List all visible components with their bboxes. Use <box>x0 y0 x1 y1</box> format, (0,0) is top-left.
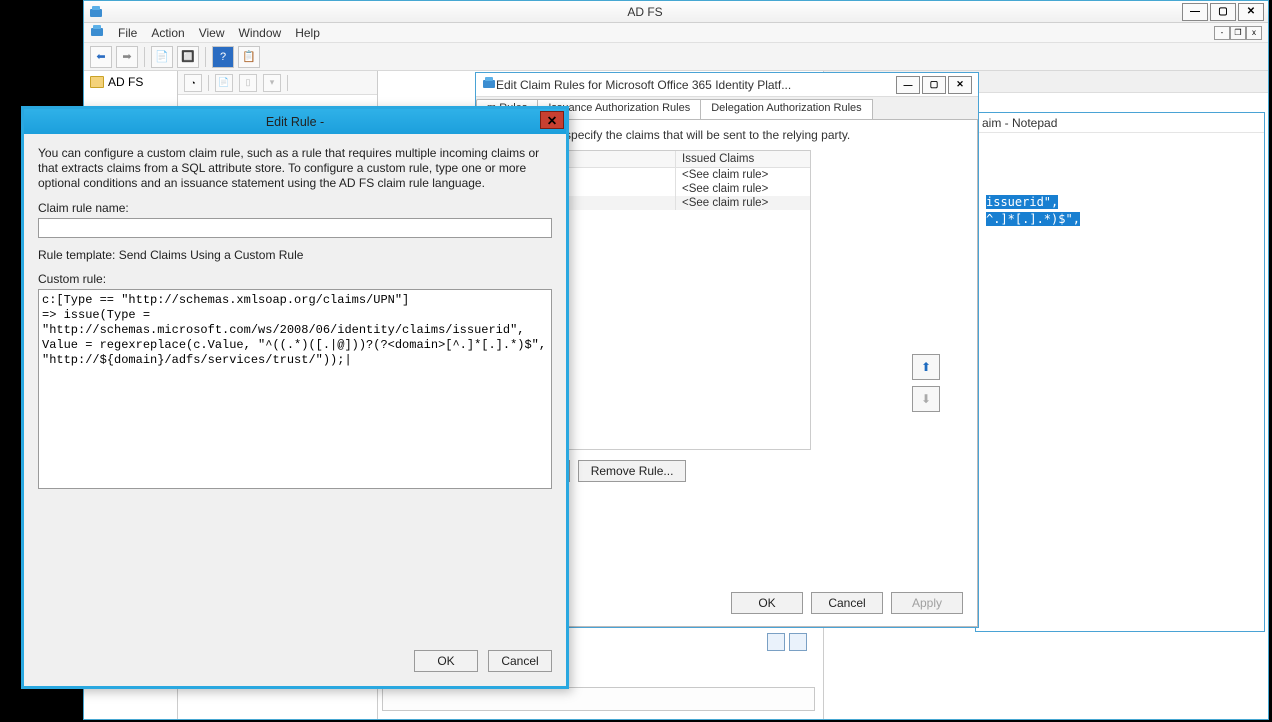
cancel-button[interactable]: Cancel <box>488 650 552 672</box>
adfs-menu-icon <box>90 24 104 41</box>
custom-rule-textarea[interactable] <box>38 289 552 489</box>
toolbar-btn-1[interactable]: 📄 <box>151 46 173 68</box>
adfs-toolbar: ⬅ ➡ 📄 🔲 ? 📋 <box>84 43 1268 71</box>
toolbar-separator <box>205 47 206 67</box>
notepad-title: aim - Notepad <box>976 113 1264 133</box>
help-toolbar-button[interactable]: ? <box>212 46 234 68</box>
claim-rule-name-input[interactable] <box>38 218 552 238</box>
menu-file[interactable]: File <box>118 26 137 40</box>
move-down-button[interactable]: ⬇ <box>912 386 940 412</box>
rule-order-arrows: ⬆ ⬇ <box>912 354 940 412</box>
mdi-buttons: - ❐ x <box>1214 26 1262 40</box>
edit-rule-desc: You can configure a custom claim rule, s… <box>38 146 552 191</box>
mdi-restore[interactable]: ❐ <box>1230 26 1246 40</box>
adfs-app-icon <box>88 4 104 20</box>
notepad-body[interactable]: issuerid", ^.]*[.].*)$", <box>976 133 1264 238</box>
ok-button[interactable]: OK <box>414 650 478 672</box>
edit-rule-footer: OK Cancel <box>24 638 566 686</box>
tree-root-label: AD FS <box>108 75 143 89</box>
rule-template-label: Rule template: Send Claims Using a Custo… <box>38 248 552 262</box>
cancel-button[interactable]: Cancel <box>811 592 883 614</box>
claim-rules-footer: OK Cancel Apply <box>731 592 963 614</box>
close-button[interactable]: ✕ <box>540 111 564 129</box>
maximize-button[interactable]: ▢ <box>1210 3 1236 21</box>
col-issued[interactable]: Issued Claims <box>676 151 810 167</box>
mid-btn-4[interactable]: ▾ <box>263 74 281 92</box>
cell-issued: <See claim rule> <box>676 196 810 210</box>
view-detail-icon[interactable] <box>789 633 807 651</box>
adfs-title: AD FS <box>110 5 1180 19</box>
claim-rule-name-label: Claim rule name: <box>38 201 552 215</box>
menu-view[interactable]: View <box>199 26 225 40</box>
cell-issued: <See claim rule> <box>676 168 810 182</box>
tree-root-adfs[interactable]: AD FS <box>84 73 177 91</box>
middle-toolbar: ◔ 📄 ▯ ▾ <box>178 71 377 95</box>
mdi-minimize[interactable]: - <box>1214 26 1230 40</box>
claim-rules-titlebar: Edit Claim Rules for Microsoft Office 36… <box>476 73 978 97</box>
notepad-window: aim - Notepad issuerid", ^.]*[.].*)$", <box>975 112 1265 632</box>
mid-btn-3[interactable]: ▯ <box>239 74 257 92</box>
adfs-titlebar: AD FS — ▢ ✕ <box>84 1 1268 23</box>
separator <box>208 75 209 91</box>
adfs-menubar: File Action View Window Help - ❐ x <box>84 23 1268 43</box>
cr-maximize[interactable]: ▢ <box>922 76 946 94</box>
menu-window[interactable]: Window <box>239 26 282 40</box>
toolbar-separator <box>144 47 145 67</box>
mdi-close[interactable]: x <box>1246 26 1262 40</box>
folder-icon <box>90 76 104 88</box>
menu-help[interactable]: Help <box>295 26 320 40</box>
ok-button[interactable]: OK <box>731 592 803 614</box>
view-icons <box>767 633 807 651</box>
view-list-icon[interactable] <box>767 633 785 651</box>
edit-rule-titlebar: Edit Rule - ✕ <box>24 109 566 134</box>
move-up-button[interactable]: ⬆ <box>912 354 940 380</box>
apply-button[interactable]: Apply <box>891 592 963 614</box>
cr-close[interactable]: ✕ <box>948 76 972 94</box>
toolbar-btn-3[interactable]: 📋 <box>238 46 260 68</box>
mid-btn-1[interactable]: ◔ <box>184 74 202 92</box>
remove-rule-button[interactable]: Remove Rule... <box>578 460 687 482</box>
dialog-icon <box>482 76 496 93</box>
notepad-selected-text-1: issuerid", <box>986 195 1058 209</box>
cr-minimize[interactable]: — <box>896 76 920 94</box>
tab-delegation-auth[interactable]: Delegation Authorization Rules <box>700 99 872 119</box>
cell-issued: <See claim rule> <box>676 182 810 196</box>
claim-rules-title: Edit Claim Rules for Microsoft Office 36… <box>496 78 894 92</box>
forward-button[interactable]: ➡ <box>116 46 138 68</box>
minimize-button[interactable]: — <box>1182 3 1208 21</box>
toolbar-btn-2[interactable]: 🔲 <box>177 46 199 68</box>
back-button[interactable]: ⬅ <box>90 46 112 68</box>
edit-rule-dialog: Edit Rule - ✕ You can configure a custom… <box>21 106 569 689</box>
menu-action[interactable]: Action <box>151 26 184 40</box>
close-button[interactable]: ✕ <box>1238 3 1264 21</box>
separator <box>287 75 288 91</box>
notepad-selected-text-2: ^.]*[.].*)$", <box>986 212 1080 226</box>
mid-btn-2[interactable]: 📄 <box>215 74 233 92</box>
edit-rule-title: Edit Rule - <box>266 115 324 129</box>
status-bar <box>382 687 815 711</box>
custom-rule-label: Custom rule: <box>38 272 552 286</box>
edit-rule-body: You can configure a custom claim rule, s… <box>24 134 566 638</box>
